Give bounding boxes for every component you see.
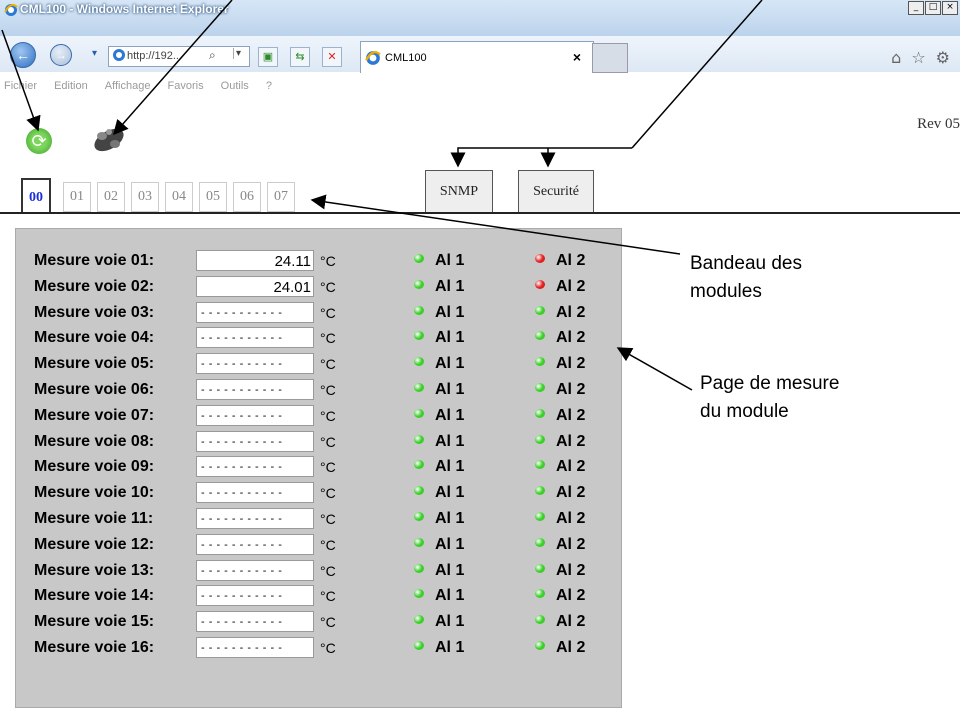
arrow-to-module-tabs xyxy=(310,194,681,255)
arrow-to-panel xyxy=(616,347,693,391)
annotation-arrows xyxy=(1,0,763,391)
arrow-to-tools xyxy=(113,0,233,136)
arrow-to-snmp xyxy=(450,147,632,168)
arrow-to-refresh xyxy=(1,29,41,132)
arrow-to-tabs-stem xyxy=(631,0,763,149)
